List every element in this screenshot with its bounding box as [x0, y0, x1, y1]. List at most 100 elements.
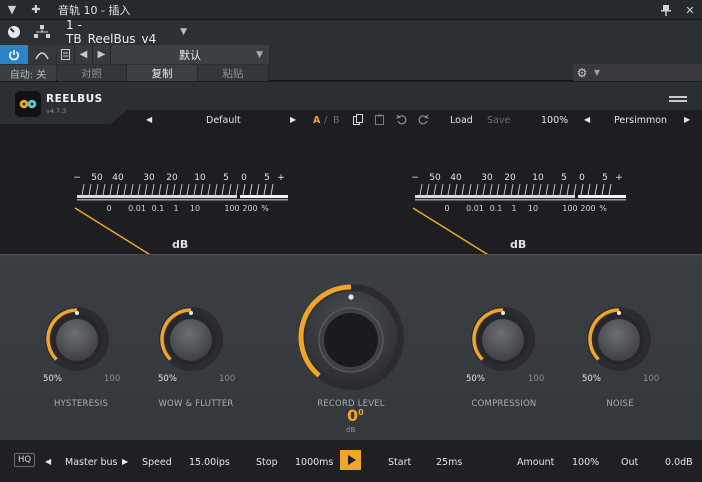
meter-tick [165, 183, 169, 196]
wow-flutter-knob[interactable] [158, 306, 224, 372]
meter-tick [214, 183, 218, 196]
hysteresis-knob[interactable] [44, 306, 110, 372]
bus-next-arrow-icon[interactable]: ▶ [122, 457, 128, 466]
track-selector[interactable]: 1 - TB_ReelBus_v4 ▼ [57, 18, 187, 46]
chevron-down-icon[interactable]: ▼ [591, 68, 603, 77]
meter-tick [489, 183, 493, 196]
preset-next-icon[interactable]: ▶ [93, 45, 111, 64]
load-button[interactable]: Load [450, 115, 473, 126]
compression-max: 100 [528, 374, 545, 384]
paste-icon[interactable] [375, 114, 384, 128]
theme-prev-arrow-icon[interactable]: ◀ [584, 115, 590, 124]
amount-value[interactable]: 100% [572, 457, 599, 468]
meter-tick [221, 183, 225, 196]
sidechain-icon[interactable] [28, 45, 56, 64]
save-button[interactable]: Save [487, 115, 510, 126]
copy-button[interactable]: 复制 [127, 65, 198, 81]
ab-b-button[interactable]: B [333, 115, 340, 126]
preset-row: ◀ ▶ 默认 ▼ [57, 45, 269, 64]
meter-scale-label: 10 [194, 173, 206, 183]
meter-percent-label: 0 [106, 204, 111, 213]
preset-name: 默认 [179, 48, 201, 62]
redo-icon[interactable] [418, 114, 429, 128]
automation-toggle[interactable]: 自动: 关 [0, 65, 56, 81]
meter-tick [608, 183, 612, 196]
routing-icon[interactable] [28, 20, 56, 44]
pin-icon[interactable] [654, 0, 678, 20]
hysteresis-max: 100 [104, 374, 121, 384]
meter-tick [601, 183, 605, 196]
compare-button[interactable]: 对照 [57, 65, 127, 81]
preset-file-icon[interactable] [57, 45, 75, 64]
meter-tick [88, 183, 92, 196]
plugin-version: v4.7.3 [46, 107, 67, 115]
meter-tick [447, 183, 451, 196]
out-label: Out [621, 457, 639, 468]
ab-a-button[interactable]: A [313, 115, 320, 126]
paste-button[interactable]: 粘贴 [198, 65, 269, 81]
speed-value[interactable]: 15.00ips [189, 457, 230, 468]
undo-icon[interactable] [396, 114, 407, 128]
gear-icon[interactable]: ⚙ [573, 66, 591, 80]
meter-tick [587, 183, 591, 196]
meter-scale-label: 5 [561, 173, 567, 183]
copy-icon[interactable] [353, 114, 363, 128]
meter-tick [426, 183, 430, 196]
chevron-down-icon: ▼ [256, 49, 263, 60]
meter-tick [102, 183, 106, 196]
bus-prev-arrow-icon[interactable]: ◀ [45, 457, 51, 466]
meter-tick [454, 183, 458, 196]
meter-tick [559, 183, 563, 196]
meter-scale-label: 20 [166, 173, 178, 183]
meter-tick [573, 183, 577, 196]
meter-percent-label: 200 [580, 204, 595, 213]
meter-tick [263, 183, 267, 196]
meter-tick [580, 183, 584, 196]
out-value[interactable]: 0.0dB [665, 457, 693, 468]
plugin-control-bar: ◀ Default ▶ A / B Load Save 100% ◀ Persi… [128, 110, 702, 130]
theme-next-arrow-icon[interactable]: ▶ [684, 115, 690, 124]
compression-knob[interactable] [470, 306, 536, 372]
noise-label: NOISE [606, 399, 634, 409]
start-value[interactable]: 25ms [436, 457, 462, 468]
play-button[interactable] [340, 450, 361, 470]
plugin-preset-name[interactable]: Default [206, 115, 241, 126]
meter-tick [419, 183, 423, 196]
meter-tick [475, 183, 479, 196]
preset-next-arrow-icon[interactable]: ▶ [290, 115, 296, 124]
track-name: 1 - TB_ReelBus_v4 [66, 18, 157, 46]
record-level-knob[interactable] [296, 282, 406, 392]
wow-flutter-label: WOW & FLUTTER [158, 399, 234, 409]
noise-knob[interactable] [586, 306, 652, 372]
preset-dropdown[interactable]: 默认 ▼ [111, 45, 269, 64]
host-settings: ⚙ ▼ [573, 64, 702, 81]
collapse-icon[interactable]: ▼ [0, 0, 24, 20]
theme-name[interactable]: Persimmon [614, 115, 667, 126]
bypass-dial-icon[interactable] [0, 20, 28, 44]
meter-needle [412, 207, 491, 257]
stop-value[interactable]: 1000ms [295, 457, 333, 468]
meter-scale-label: 10 [532, 173, 544, 183]
meter-scale-rule [415, 199, 626, 201]
meter-tick [95, 183, 99, 196]
meter-tick [433, 183, 437, 196]
knob-indicator [501, 311, 505, 315]
preset-prev-arrow-icon[interactable]: ◀ [146, 115, 152, 124]
window-title: 音轨 10 - 插入 [58, 3, 131, 17]
close-icon[interactable]: ✕ [678, 0, 702, 20]
menu-icon[interactable] [669, 96, 687, 104]
knob-cap [482, 319, 524, 361]
db-label-right: dB [510, 238, 527, 251]
hq-button[interactable]: HQ [14, 453, 35, 467]
zoom-value[interactable]: 100% [541, 115, 568, 126]
preset-prev-icon[interactable]: ◀ [75, 45, 93, 64]
power-button[interactable] [0, 45, 28, 64]
knob-indicator [189, 311, 193, 315]
stop-label: Stop [256, 457, 278, 468]
noise-value: 50% [582, 374, 601, 384]
meter-tick [151, 183, 155, 196]
add-icon[interactable]: ✚ [24, 0, 48, 20]
record-level-label: RECORD LEVEL [317, 399, 385, 409]
meter-percent-label: % [261, 204, 269, 213]
bus-name[interactable]: Master bus [65, 457, 117, 468]
